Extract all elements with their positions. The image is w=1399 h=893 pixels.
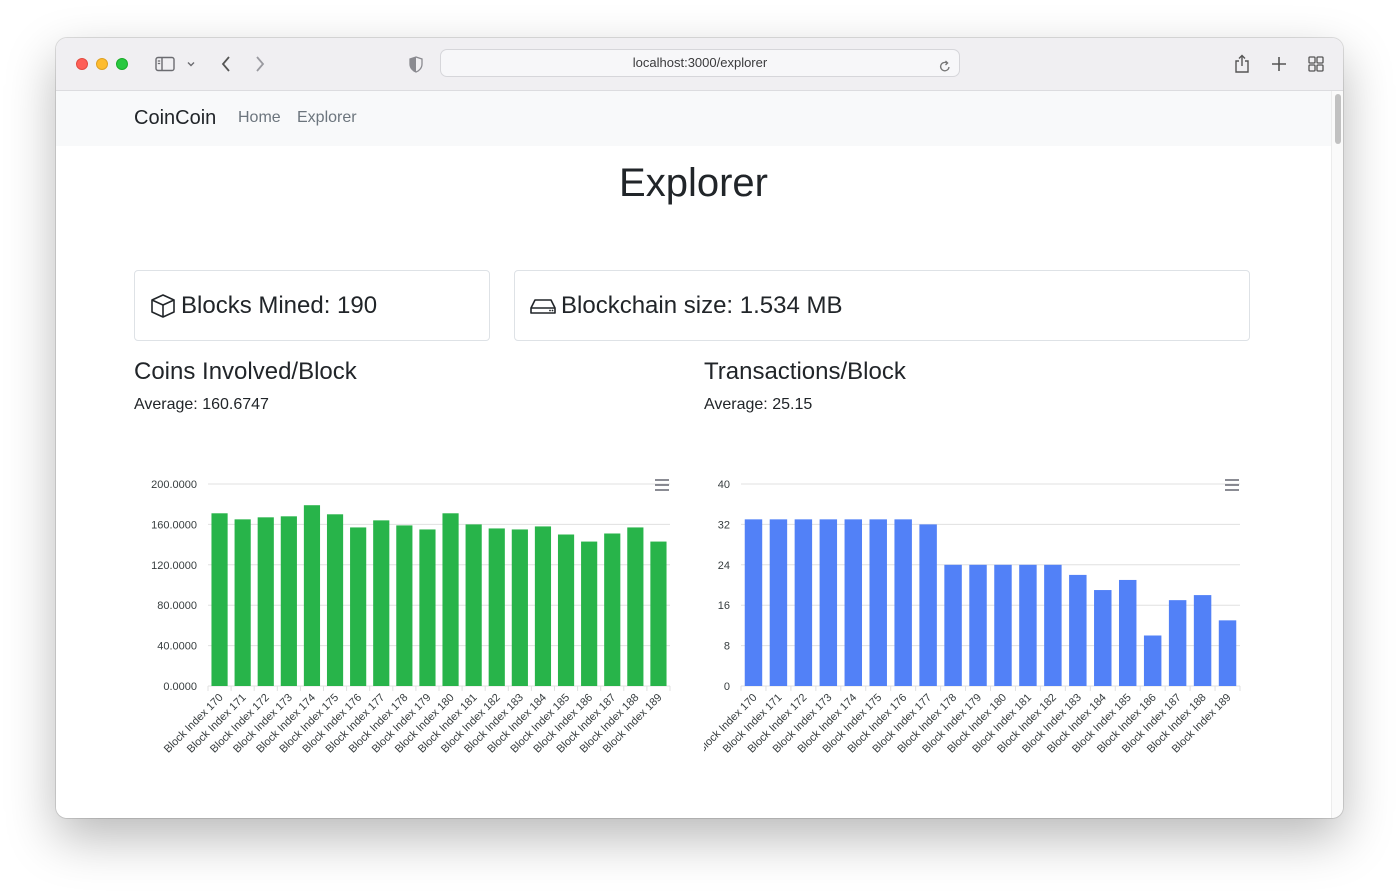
page-scrollbar[interactable] (1331, 91, 1343, 818)
chevron-down-icon[interactable] (184, 52, 198, 76)
back-icon[interactable] (216, 52, 236, 76)
bar[interactable] (581, 541, 598, 686)
y-tick-label: 16 (718, 600, 730, 612)
address-bar[interactable]: localhost:3000/explorer (440, 49, 960, 77)
y-tick-label: 120.0000 (151, 560, 197, 572)
bar[interactable] (1218, 620, 1237, 686)
web-page: CoinCoin Home Explorer Explorer Blocks M… (56, 91, 1331, 818)
bar[interactable] (442, 513, 459, 686)
y-tick-label: 200.0000 (151, 479, 197, 491)
bar[interactable] (419, 529, 436, 686)
bar[interactable] (650, 541, 667, 686)
y-tick-label: 32 (718, 519, 730, 531)
share-icon[interactable] (1230, 52, 1254, 76)
shield-icon[interactable] (406, 52, 426, 76)
bar[interactable] (627, 527, 644, 686)
blocks-mined-text: Blocks Mined: 190 (181, 291, 378, 319)
bar[interactable] (1069, 574, 1087, 686)
tx-chart-menu-icon[interactable] (1224, 478, 1240, 497)
bar[interactable] (280, 516, 297, 686)
box-icon (151, 293, 175, 318)
browser-titlebar: localhost:3000/explorer (56, 38, 1343, 91)
coins-bar-chart: 0.0000 40.0000 80.0000 120.0000 160.0000 200.… (151, 479, 671, 755)
nav-explorer-link[interactable]: Explorer (297, 109, 357, 127)
browser-window: localhost:3000/explorer CoinCoin Home Ex… (56, 38, 1343, 818)
coins-chart-menu-icon[interactable] (654, 478, 670, 497)
tab-overview-icon[interactable] (1304, 52, 1328, 76)
bar[interactable] (744, 519, 763, 686)
bar[interactable] (1168, 600, 1187, 686)
close-window-button[interactable] (76, 58, 88, 70)
bar[interactable] (211, 513, 228, 686)
url-text: localhost:3000/explorer (632, 55, 768, 70)
tx-chart-heading: Transactions/Block (704, 358, 906, 385)
y-tick-label: 80.0000 (157, 600, 197, 612)
bar[interactable] (326, 514, 344, 686)
bar[interactable] (234, 519, 251, 686)
bar[interactable] (534, 526, 552, 686)
bar[interactable] (969, 564, 987, 686)
zoom-window-button[interactable] (116, 58, 128, 70)
blockchain-size-card: Blockchain size: 1.534 MB (514, 270, 1250, 341)
bar[interactable] (604, 533, 621, 686)
bar[interactable] (1044, 564, 1062, 686)
coins-chart-average: Average: 160.6747 (134, 396, 269, 413)
bar[interactable] (769, 519, 788, 686)
y-tick-label: 24 (718, 560, 730, 572)
minimize-window-button[interactable] (96, 58, 108, 70)
bar[interactable] (350, 527, 367, 686)
bar[interactable] (511, 529, 528, 686)
bar[interactable] (257, 517, 274, 686)
y-tick-label: 8 (724, 641, 730, 653)
bar[interactable] (373, 520, 390, 686)
bar[interactable] (944, 564, 962, 686)
bar[interactable] (1118, 579, 1137, 686)
scroll-thumb[interactable] (1335, 94, 1341, 144)
y-tick-label: 0.0000 (163, 681, 197, 693)
bar[interactable] (1143, 635, 1162, 687)
coins-chart-heading: Coins Involved/Block (134, 358, 357, 385)
y-tick-label: 40.0000 (157, 641, 197, 653)
y-tick-label: 40 (718, 479, 730, 491)
bar[interactable] (869, 519, 887, 686)
bar[interactable] (994, 564, 1012, 686)
blockchain-size-text: Blockchain size: 1.534 MB (561, 291, 843, 319)
site-navbar: CoinCoin Home Explorer (56, 91, 1331, 146)
y-tick-label: 160.0000 (151, 519, 197, 531)
reload-icon[interactable] (939, 56, 951, 82)
bar[interactable] (794, 519, 813, 686)
bar[interactable] (844, 519, 863, 686)
nav-home-link[interactable]: Home (238, 109, 281, 127)
bar[interactable] (894, 519, 912, 686)
bar[interactable] (919, 524, 937, 686)
brand-link[interactable]: CoinCoin (134, 107, 216, 130)
bar[interactable] (303, 505, 321, 686)
new-tab-icon[interactable] (1267, 52, 1291, 76)
hard-drive-icon (530, 298, 556, 314)
y-tick-label: 0 (724, 681, 730, 693)
bar[interactable] (396, 525, 413, 686)
transactions-bar-chart: 0816243240Block Index 170Block Index 171… (704, 479, 1241, 755)
forward-icon[interactable] (250, 52, 270, 76)
bar[interactable] (819, 519, 838, 686)
bar[interactable] (488, 528, 505, 686)
bar[interactable] (1019, 564, 1037, 686)
sidebar-toggle-icon[interactable] (152, 52, 178, 76)
bar[interactable] (465, 524, 482, 686)
bar[interactable] (1193, 595, 1212, 686)
bar[interactable] (1094, 590, 1112, 686)
bar[interactable] (557, 534, 575, 687)
tx-chart-average: Average: 25.15 (704, 396, 813, 413)
page-title: Explorer (619, 161, 768, 205)
blocks-mined-card: Blocks Mined: 190 (134, 270, 490, 341)
